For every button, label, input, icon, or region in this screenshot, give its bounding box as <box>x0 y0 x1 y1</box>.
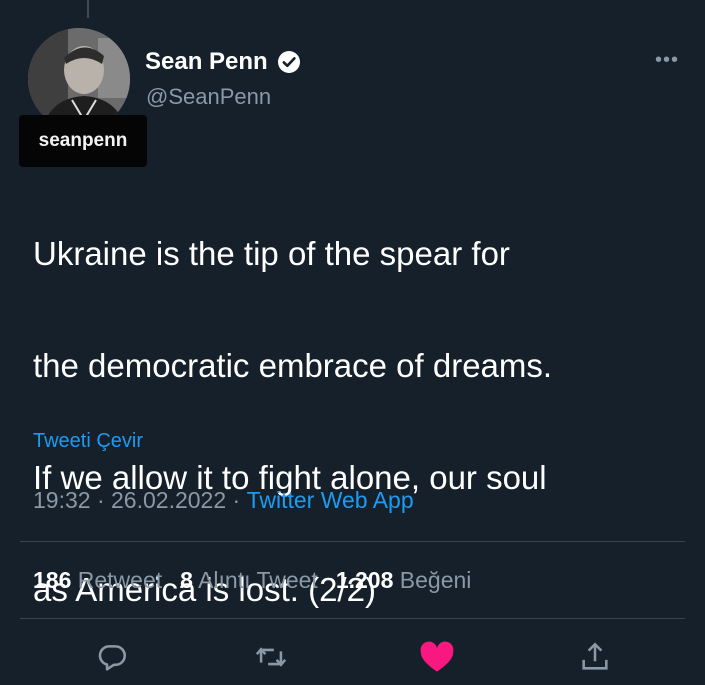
more-options-icon[interactable]: ••• <box>655 50 679 70</box>
meta-separator: · <box>90 487 112 513</box>
tweet-date[interactable]: 26.02.2022 <box>111 487 226 514</box>
author-name-row[interactable]: Sean Penn <box>145 46 301 78</box>
retweets-label: Retweet <box>77 567 163 593</box>
quotes-stat[interactable]: 8 Alıntı Tweet <box>180 567 318 594</box>
translate-tweet-link[interactable]: Tweeti Çevir <box>33 430 143 453</box>
quotes-count: 8 <box>180 567 193 593</box>
thread-connector-line <box>87 0 89 18</box>
like-icon[interactable] <box>418 640 458 680</box>
reply-icon[interactable] <box>95 640 135 680</box>
quotes-label: Alıntı Tweet <box>198 567 318 593</box>
author-handle[interactable]: @SeanPenn <box>146 84 271 110</box>
verified-badge-icon <box>277 50 301 74</box>
tweet-meta: 19:32 · 26.02.2022 · Twitter Web App <box>33 487 414 514</box>
tweet-line: the democratic embrace of dreams. <box>33 347 553 384</box>
watermark-label: seanpenn <box>19 115 147 167</box>
retweets-stat[interactable]: 186 Retweet <box>33 567 162 594</box>
share-icon[interactable] <box>578 640 618 680</box>
meta-separator: · <box>226 487 247 513</box>
tweet-line: Ukraine is the tip of the spear for <box>33 235 510 272</box>
retweet-icon[interactable] <box>253 640 293 680</box>
tweet-text: Ukraine is the tip of the spear for the … <box>33 170 683 674</box>
likes-stat[interactable]: 1.208 Beğeni <box>336 567 472 594</box>
likes-count: 1.208 <box>335 567 394 593</box>
divider <box>20 541 685 542</box>
author-display-name[interactable]: Sean Penn <box>145 48 268 76</box>
action-bar <box>0 640 705 685</box>
retweets-count: 186 <box>33 567 72 593</box>
likes-label: Beğeni <box>399 567 472 593</box>
tweet-source-link[interactable]: Twitter Web App <box>247 487 414 514</box>
tweet-time[interactable]: 19:32 <box>33 487 91 514</box>
divider <box>20 618 685 619</box>
tweet-stats: 186 Retweet 8 Alıntı Tweet 1.208 Beğeni <box>33 567 471 594</box>
